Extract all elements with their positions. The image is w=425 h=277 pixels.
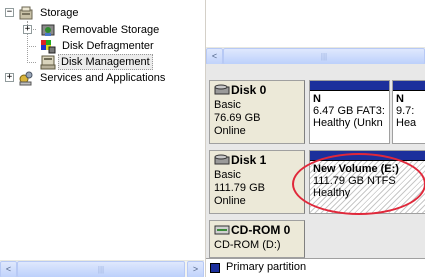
disk-status: Online	[214, 125, 246, 137]
partition-detail: 111.79 GB NTFS	[313, 175, 396, 187]
tree-item-removable-storage[interactable]: + Removable Storage	[0, 22, 204, 38]
disk-title: CD-ROM 0	[214, 224, 300, 239]
tree-item-disk-management[interactable]: Disk Management	[0, 54, 204, 70]
expand-icon[interactable]: +	[5, 73, 14, 82]
expand-icon[interactable]: +	[23, 25, 32, 34]
disk-management-pane: < ||| Disk 0 Basic 76.69 GB Online N 6.4…	[206, 0, 425, 277]
legend: Primary partition	[206, 258, 425, 277]
console-tree: − Storage + Removable Storage Disk Defra…	[0, 0, 204, 277]
volume-list-area	[206, 0, 425, 47]
disk-row[interactable]: Disk 1 Basic 111.79 GB Online New Volume…	[209, 150, 425, 214]
partition-name: N	[313, 93, 321, 105]
disk-name: CD-ROM 0	[231, 223, 291, 237]
disk-size: 111.79 GB	[214, 182, 265, 194]
tree-horizontal-scrollbar[interactable]: < ||| >	[0, 260, 204, 277]
disk-info[interactable]: CD-ROM 0 CD-ROM (D:)	[209, 220, 305, 258]
partition-name: New Volume (E:)	[313, 163, 399, 175]
partition-block[interactable]: N 6.47 GB FAT3: Healthy (Unkn	[309, 80, 390, 144]
tree-item-disk-defragmenter[interactable]: Disk Defragmenter	[0, 38, 204, 54]
hard-disk-icon	[214, 84, 230, 99]
scroll-left-icon[interactable]: <	[206, 48, 223, 65]
services-icon	[18, 70, 34, 86]
disk-management-icon	[40, 54, 56, 70]
partition-type-bar	[393, 81, 425, 91]
tree-item-label: Storage	[40, 7, 79, 19]
tree-item-label: Removable Storage	[62, 24, 160, 36]
defragmenter-icon	[40, 38, 56, 54]
tree-item-label: Disk Defragmenter	[62, 40, 154, 52]
disk-info[interactable]: Disk 0 Basic 76.69 GB Online	[209, 80, 305, 144]
partition-type-bar	[310, 81, 389, 91]
disk-title: Disk 1	[214, 154, 300, 169]
disk-size: 76.69 GB	[214, 112, 261, 124]
removable-storage-icon	[40, 22, 56, 38]
partition-type-bar	[310, 151, 425, 161]
disk-graph-area: Disk 0 Basic 76.69 GB Online N 6.47 GB F…	[206, 64, 425, 277]
disk-name: Disk 0	[231, 83, 267, 97]
cdrom-row[interactable]: CD-ROM 0 CD-ROM (D:)	[209, 220, 425, 258]
scroll-left-icon[interactable]: <	[0, 261, 17, 277]
scroll-thumb[interactable]: |||	[17, 261, 185, 277]
partition-block[interactable]: N 9.7: Hea	[392, 80, 425, 144]
partition-block-selected[interactable]: New Volume (E:) 111.79 GB NTFS Healthy	[309, 150, 425, 214]
disk-type: Basic	[214, 169, 241, 181]
storage-icon	[18, 5, 34, 21]
partition-detail: 9.7:	[396, 105, 415, 117]
volume-list-scrollbar[interactable]: < |||	[206, 47, 425, 65]
partition-detail: 6.47 GB FAT3:	[313, 105, 385, 117]
disk-type: CD-ROM (D:)	[214, 239, 281, 251]
tree-item-label: Services and Applications	[40, 72, 166, 84]
tree-item-storage[interactable]: − Storage	[0, 5, 204, 21]
scroll-thumb[interactable]: |||	[223, 48, 425, 65]
cd-rom-icon	[214, 224, 230, 239]
partition-health: Healthy	[313, 187, 351, 199]
hard-disk-icon	[214, 154, 230, 169]
disk-name: Disk 1	[231, 153, 267, 167]
partition-health: Hea	[396, 117, 417, 129]
primary-partition-swatch	[210, 263, 220, 273]
legend-label: Primary partition	[226, 261, 307, 273]
partition-health: Healthy (Unkn	[313, 117, 383, 129]
scroll-right-icon[interactable]: >	[187, 261, 204, 277]
disk-row[interactable]: Disk 0 Basic 76.69 GB Online N 6.47 GB F…	[209, 80, 425, 144]
disk-info[interactable]: Disk 1 Basic 111.79 GB Online	[209, 150, 305, 214]
partition-name: N	[396, 93, 404, 105]
tree-item-services-and-applications[interactable]: + Services and Applications	[0, 70, 204, 86]
collapse-icon[interactable]: −	[5, 8, 14, 17]
tree-item-label: Disk Management	[58, 54, 153, 70]
disk-title: Disk 0	[214, 84, 300, 99]
disk-status: Online	[214, 195, 246, 207]
disk-type: Basic	[214, 99, 241, 111]
